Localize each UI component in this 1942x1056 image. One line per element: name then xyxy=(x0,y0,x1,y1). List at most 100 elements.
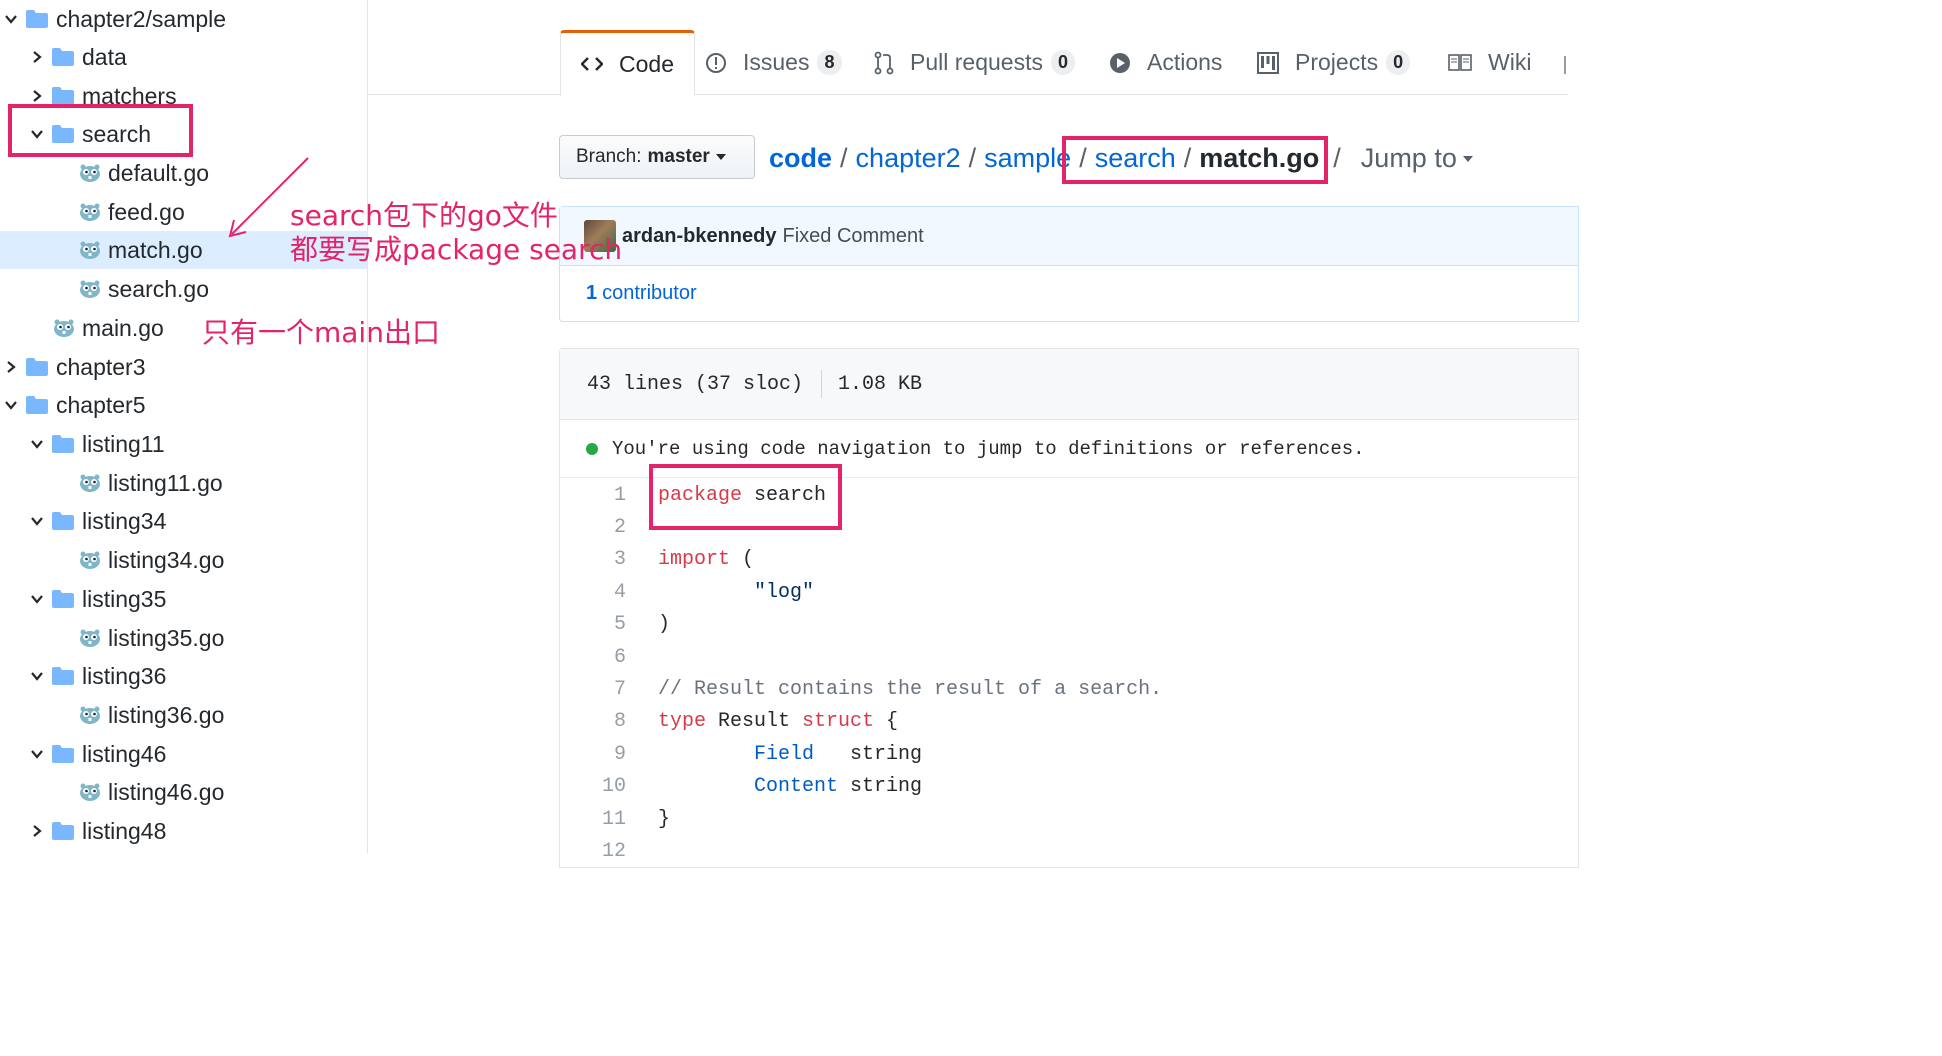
tab-label: Wiki xyxy=(1488,49,1532,75)
code-line: 7 // Result contains the result of a sear… xyxy=(560,673,1580,705)
tree-folder-chapter2/sample[interactable]: chapter2/sample xyxy=(0,0,367,38)
tab-pull-requests[interactable]: Pull requests 0 xyxy=(874,30,1075,95)
tree-item-label: search.go xyxy=(108,275,210,302)
chevron-down-icon[interactable] xyxy=(26,588,48,610)
tree-folder-chapter5[interactable]: chapter5 xyxy=(0,386,367,424)
file-info-divider xyxy=(821,370,823,398)
folder-icon xyxy=(26,358,48,376)
contributors-link[interactable]: 1 contributor xyxy=(560,266,1578,321)
tree-file-listing46-go[interactable]: listing46.go xyxy=(0,773,367,811)
code-text: type Result struct { xyxy=(626,710,898,733)
breadcrumb-separator: / xyxy=(968,142,977,173)
branch-prefix: Branch: xyxy=(576,146,642,167)
line-number[interactable]: 6 xyxy=(560,646,626,669)
tab-issues[interactable]: Issues 8 xyxy=(705,30,842,95)
main-panel: Code Issues 8 Pull requests 0 Actions Projects… xyxy=(368,0,1579,868)
line-number[interactable]: 8 xyxy=(560,710,626,733)
tree-file-listing34-go[interactable]: listing34.go xyxy=(0,541,367,579)
line-number[interactable]: 5 xyxy=(560,613,626,636)
code-token: Result xyxy=(706,710,803,734)
tree-file-listing36-go[interactable]: listing36.go xyxy=(0,696,367,734)
go-gopher-file-icon xyxy=(78,550,102,570)
tree-item-label: listing11.go xyxy=(108,469,223,496)
contributors-count: 1 xyxy=(586,282,598,304)
line-number[interactable]: 9 xyxy=(560,743,626,766)
tab-projects[interactable]: Projects 0 xyxy=(1257,30,1411,95)
line-number[interactable]: 3 xyxy=(560,548,626,571)
caret-down-icon xyxy=(1462,156,1473,163)
tab-actions[interactable]: Actions xyxy=(1109,30,1222,95)
go-gopher-file-icon xyxy=(78,782,102,802)
tab-label: Actions xyxy=(1147,49,1223,75)
folder-icon xyxy=(52,590,74,608)
chevron-right-icon[interactable] xyxy=(26,46,48,68)
line-number[interactable]: 10 xyxy=(560,775,626,798)
tree-item-label: chapter2/sample xyxy=(56,5,227,32)
code-token: import xyxy=(658,548,731,572)
line-number[interactable]: 11 xyxy=(560,808,626,831)
chevron-down-icon[interactable] xyxy=(26,665,48,687)
tree-item-label: listing34.go xyxy=(108,546,225,573)
line-number[interactable]: 1 xyxy=(560,484,626,507)
breadcrumb-root-link[interactable]: code xyxy=(769,143,832,174)
tree-folder-listing34[interactable]: listing34 xyxy=(0,502,367,540)
code-line: 10 Content string xyxy=(560,771,1580,803)
chevron-down-icon[interactable] xyxy=(0,394,22,416)
code-token: // Result contains the result of a searc… xyxy=(658,678,1163,702)
tab-label: Pull requests xyxy=(910,49,1043,75)
line-number[interactable]: 12 xyxy=(560,840,626,863)
file-info-header: 43 lines (37 sloc) 1.08 KB xyxy=(560,349,1578,420)
line-number[interactable]: 4 xyxy=(560,581,626,604)
annotation-main-note: 只有一个main出口 xyxy=(202,316,440,349)
tree-item-label: chapter3 xyxy=(56,353,146,380)
chevron-down-icon[interactable] xyxy=(0,8,22,30)
annotation-box-search-folder xyxy=(8,104,193,157)
line-number[interactable]: 2 xyxy=(560,516,626,539)
issue-icon xyxy=(705,52,735,74)
tab-counter-badge: 8 xyxy=(817,50,842,75)
commit-author-link[interactable]: ardan-bkennedy xyxy=(622,225,776,248)
tree-folder-listing11[interactable]: listing11 xyxy=(0,425,367,463)
chevron-down-icon[interactable] xyxy=(26,510,48,532)
tree-file-search-go[interactable]: search.go xyxy=(0,270,367,308)
tree-item-label: listing46 xyxy=(82,740,167,767)
chevron-right-icon[interactable] xyxy=(0,356,22,378)
code-token: type xyxy=(658,710,707,734)
tab-wiki[interactable]: Wiki xyxy=(1448,30,1531,95)
code-token: struct xyxy=(802,710,875,734)
tab-code[interactable]: Code xyxy=(560,30,695,96)
chevron-right-icon[interactable] xyxy=(26,820,48,842)
code-token: ) xyxy=(658,613,671,637)
tree-folder-listing36[interactable]: listing36 xyxy=(0,657,367,695)
code-text: } xyxy=(626,808,670,831)
tree-folder-data[interactable]: data xyxy=(0,38,367,76)
tree-item-label: main.go xyxy=(82,314,164,341)
folder-icon xyxy=(52,87,74,105)
annotation-box-breadcrumb xyxy=(1062,136,1328,184)
tree-folder-listing46[interactable]: listing46 xyxy=(0,735,367,773)
tree-file-listing11-go[interactable]: listing11.go xyxy=(0,464,367,502)
folder-icon xyxy=(52,512,74,530)
tree-item-label: listing35 xyxy=(82,585,167,612)
chevron-down-icon[interactable] xyxy=(26,743,48,765)
caret-down-icon xyxy=(715,154,726,160)
line-number[interactable]: 7 xyxy=(560,678,626,701)
tab-counter-badge: 0 xyxy=(1386,50,1411,75)
tree-folder-listing48[interactable]: listing48 xyxy=(0,812,367,850)
annotation-box-package-line xyxy=(649,464,842,530)
chevron-down-icon[interactable] xyxy=(26,433,48,455)
jump-to-button[interactable]: Jump to xyxy=(1361,143,1473,174)
branch-name: master xyxy=(647,146,710,167)
code-listing: 1 package search 2 3 import (4 "log" 5) 6 7// R… xyxy=(560,479,1580,868)
tree-file-listing35-go[interactable]: listing35.go xyxy=(0,619,367,657)
breadcrumb-link-chapter2[interactable]: chapter2 xyxy=(856,143,961,174)
tree-folder-chapter3[interactable]: chapter3 xyxy=(0,348,367,386)
code-text: "log" xyxy=(626,581,814,604)
breadcrumb-link-sample[interactable]: sample xyxy=(984,143,1071,174)
branch-select-button[interactable]: Branch: master xyxy=(559,135,755,179)
commit-message-link[interactable]: Fixed Comment xyxy=(782,225,923,248)
go-gopher-file-icon xyxy=(78,163,102,183)
tree-folder-listing35[interactable]: listing35 xyxy=(0,580,367,618)
tree-item-label: feed.go xyxy=(108,198,185,225)
